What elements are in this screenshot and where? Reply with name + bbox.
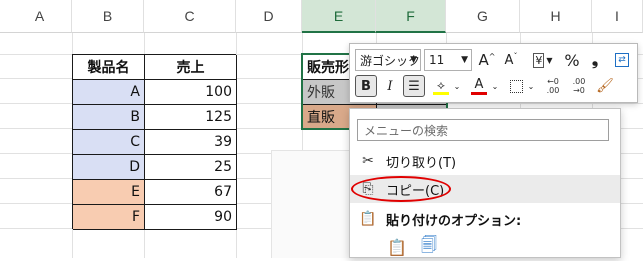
align-center-icon: ☰ [408,78,420,94]
select-all-corner[interactable] [0,0,8,33]
chevron-down-icon: ▼ [410,55,417,65]
table-cell-product[interactable]: B [73,105,145,130]
column-header-b[interactable]: B [72,0,144,33]
background-pane [271,150,351,258]
font-color-button[interactable]: A [468,75,490,97]
wrap-text-icon: ⇄ [615,53,629,67]
fill-color-button[interactable]: ⟡ [430,75,452,97]
sales-table: 製品名 売上 A 100 B 125 C 39 D 25 E 67 F 90 [72,54,237,230]
scissors-icon: ✂ [362,153,374,169]
header-sales[interactable]: 売上 [145,55,237,80]
menu-item-paste-options: 📋 貼り付けのオプション: [350,205,620,233]
center-align-button[interactable]: ☰ [403,75,425,97]
table-cell-product[interactable]: A [73,80,145,105]
font-name-dropdown[interactable]: 游ゴシック ▼ [355,49,421,71]
chevron-down-icon: ▼ [461,55,468,65]
increase-decimal-icon: ←0.00 [546,77,560,95]
format-painter-button[interactable]: 🖌 [595,75,615,97]
font-size-dropdown[interactable]: 11 ▼ [424,49,472,71]
decrease-decimal-button[interactable]: .00 →0 [568,75,590,97]
fill-color-dropdown[interactable]: ⌄ [452,75,462,97]
borders-icon [509,79,523,93]
increase-decimal-button[interactable]: ←0.00 [542,75,564,97]
font-size-value: 11 [429,53,445,67]
column-header-c[interactable]: C [144,0,236,33]
decrease-font-size-button[interactable]: Aˇ [500,49,522,71]
table-cell-product[interactable]: D [73,155,145,180]
column-header-d[interactable]: D [236,0,302,33]
font-color-icon: A [474,76,484,92]
borders-dropdown[interactable]: ⌄ [526,75,536,97]
table-cell-sales[interactable]: 67 [145,180,237,205]
copy-highlight-ellipse [351,176,451,202]
paste-button[interactable]: 📋 [386,236,408,258]
number-format-button[interactable]: ¥ ▼ [526,49,560,71]
column-header-g[interactable]: G [446,0,520,33]
column-header-i[interactable]: I [592,0,643,33]
column-header-e[interactable]: E [302,0,376,33]
wrap-text-button[interactable]: ⇄ [612,49,632,71]
paste-values-button[interactable]: 🗐 [418,234,440,258]
borders-button[interactable] [506,75,526,97]
column-header-h[interactable]: H [520,0,592,33]
bold-button[interactable]: B [355,75,377,97]
font-color-swatch [471,91,487,95]
font-color-dropdown[interactable]: ⌄ [490,75,500,97]
comma-icon: ❟ [591,50,599,69]
column-header-a[interactable]: A [8,0,72,33]
bold-icon: B [361,78,371,94]
table-cell-sales[interactable]: 39 [145,130,237,155]
menu-item-paste-options-label: 貼り付けのオプション: [386,213,522,229]
table-cell-product[interactable]: E [73,180,145,205]
currency-format-icon: ¥ [533,52,545,68]
table-cell-sales[interactable]: 100 [145,80,237,105]
shrink-font-icon: A [504,52,514,68]
header-product-name[interactable]: 製品名 [73,55,145,80]
italic-icon: I [387,78,393,94]
paste-values-icon: 🗐 [421,234,437,254]
menu-search-input[interactable]: メニューの検索 [357,119,609,141]
format-painter-icon: 🖌 [596,78,614,94]
increase-font-size-button[interactable]: A ^ [476,49,498,71]
table-cell-product[interactable]: F [73,205,145,230]
percent-style-button[interactable]: % [562,49,582,71]
paint-bucket-icon: ⟡ [437,77,445,92]
grow-font-icon: A [478,51,489,69]
table-cell-sales[interactable]: 125 [145,105,237,130]
column-header-f[interactable]: F [376,0,446,33]
menu-item-cut-label: 切り取り(T) [386,155,457,171]
table-cell-sales[interactable]: 25 [145,155,237,180]
fill-color-swatch [433,91,449,95]
table-cell-sales[interactable]: 90 [145,205,237,230]
decrease-decimal-icon: .00 →0 [572,77,586,95]
percent-icon: % [564,50,580,70]
italic-button[interactable]: I [380,75,400,97]
clipboard-icon: 📋 [359,211,377,227]
menu-item-cut[interactable]: ✂ 切り取り(T) [350,147,620,175]
comma-style-button[interactable]: ❟ [586,49,604,71]
mini-toolbar: 游ゴシック ▼ 11 ▼ A ^ Aˇ ¥ ▼ % ❟ ⇄ B I ☰ ⟡ ⌄ A … [349,43,638,103]
table-cell-product[interactable]: C [73,130,145,155]
paste-icon: 📋 [387,237,407,257]
